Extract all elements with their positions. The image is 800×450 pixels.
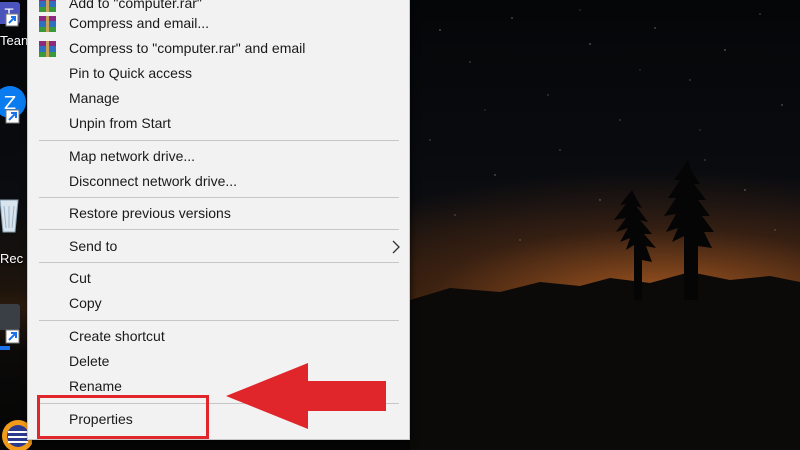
menu-item-label: Send to bbox=[69, 238, 118, 254]
highlight-box bbox=[37, 395, 209, 439]
menu-item-map-network-drive[interactable]: Map network drive... bbox=[28, 144, 411, 169]
menu-item-label: Create shortcut bbox=[69, 328, 165, 344]
menu-item-send-to[interactable]: Send to bbox=[28, 234, 411, 259]
menu-item-compress-to-rar-and-email[interactable]: Compress to "computer.rar" and email bbox=[28, 36, 411, 61]
menu-item-cut[interactable]: Cut bbox=[28, 266, 411, 291]
menu-item-restore-previous-versions[interactable]: Restore previous versions bbox=[28, 201, 411, 226]
menu-item-pin-to-quick-access[interactable]: Pin to Quick access bbox=[28, 61, 411, 86]
recycle-bin-icon[interactable] bbox=[0, 192, 24, 236]
winrar-icon bbox=[39, 41, 56, 57]
recycle-bin-label: Rec bbox=[0, 251, 24, 266]
red-arrow-icon bbox=[226, 363, 386, 429]
menu-item-label: Compress and email... bbox=[69, 15, 210, 31]
menu-separator bbox=[39, 229, 399, 230]
menu-item-label: Compress to "computer.rar" and email bbox=[69, 40, 306, 56]
menu-item-compress-and-email[interactable]: Compress and email... bbox=[28, 11, 411, 36]
menu-item-create-shortcut[interactable]: Create shortcut bbox=[28, 324, 411, 349]
winrar-icon bbox=[39, 16, 56, 32]
menu-separator bbox=[39, 262, 399, 263]
menu-item-disconnect-network-drive[interactable]: Disconnect network drive... bbox=[28, 169, 411, 194]
chevron-right-icon bbox=[392, 240, 400, 254]
menu-separator bbox=[39, 140, 399, 141]
menu-item-label: Manage bbox=[69, 90, 120, 106]
menu-separator bbox=[39, 320, 399, 321]
menu-item-label: Restore previous versions bbox=[69, 205, 231, 221]
menu-separator bbox=[39, 197, 399, 198]
menu-item-manage[interactable]: Manage bbox=[28, 86, 411, 111]
app-shortcut-icon[interactable] bbox=[0, 300, 24, 352]
menu-item-copy[interactable]: Copy bbox=[28, 291, 411, 316]
menu-item-label: Map network drive... bbox=[69, 148, 196, 164]
menu-item-unpin-from-start[interactable]: Unpin from Start bbox=[28, 111, 411, 136]
menu-item-label: Pin to Quick access bbox=[69, 65, 192, 81]
teams-icon[interactable]: T bbox=[0, 0, 26, 30]
menu-item-label: Cut bbox=[69, 270, 91, 286]
menu-item-label: Unpin from Start bbox=[69, 115, 171, 131]
teams-label: Tean bbox=[0, 33, 29, 48]
menu-item-label: Delete bbox=[69, 353, 110, 369]
menu-item-label: Disconnect network drive... bbox=[69, 173, 238, 189]
menu-item-label: Copy bbox=[69, 295, 102, 311]
zalo-icon[interactable]: Z bbox=[0, 84, 28, 124]
